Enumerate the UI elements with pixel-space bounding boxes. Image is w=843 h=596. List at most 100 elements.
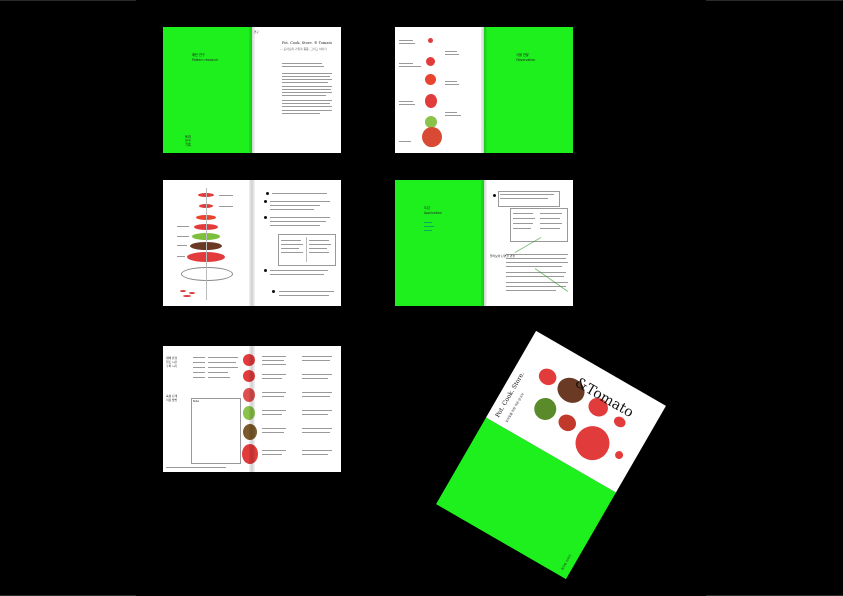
spread-gutter	[249, 27, 255, 153]
table-cell	[309, 252, 329, 254]
center-axis	[206, 188, 207, 300]
text-line	[262, 392, 286, 394]
left-heading-5: 저장 방법	[166, 398, 178, 402]
text-line	[270, 270, 328, 272]
text-line	[302, 392, 332, 394]
table-cell	[309, 248, 327, 250]
tomato-illustration	[613, 449, 625, 461]
text-line	[270, 209, 314, 211]
text-line	[282, 76, 330, 78]
text-line	[506, 282, 568, 284]
text-line	[302, 432, 330, 434]
section-title-kr: 식물 관찰	[516, 53, 529, 57]
text-line	[302, 454, 328, 456]
text-line	[506, 276, 564, 278]
spread-notes: 재배 환경 일조 시간 수확 시기 숙성 단계 저장 방법 Note	[163, 346, 341, 472]
spread-gutter	[481, 180, 487, 306]
table-cell	[513, 218, 535, 220]
text-line	[262, 360, 284, 362]
text-line	[445, 54, 459, 56]
text-line	[399, 104, 415, 106]
text-line	[279, 291, 334, 293]
text-line	[193, 372, 205, 374]
table-cell	[513, 213, 533, 215]
table-cell	[513, 223, 533, 225]
text-line	[262, 364, 286, 366]
text-line	[282, 113, 320, 115]
text-line	[506, 266, 562, 268]
text-line	[282, 63, 322, 65]
text-line	[262, 374, 286, 376]
table-cell	[281, 248, 299, 250]
bullet-icon	[264, 200, 267, 203]
text-line	[282, 79, 332, 81]
comparison-table	[278, 234, 336, 266]
presentation-board: { "spread1": { "title_kr": "패턴 연구", "tit…	[0, 0, 843, 596]
text-line	[445, 115, 461, 117]
label-line	[177, 226, 189, 227]
spread-right-page: Pot. Cook. Store. ® Tomato — 토마토의 기원과 품종…	[252, 27, 341, 153]
spread-right-page	[252, 180, 341, 306]
table-cell	[281, 240, 301, 242]
layer-dot	[180, 290, 186, 292]
text-line	[262, 428, 286, 430]
text-line	[270, 201, 330, 203]
bullet-icon	[266, 192, 269, 195]
footer-line	[166, 467, 226, 468]
table-cell	[309, 240, 329, 242]
tomato-illustration	[569, 419, 616, 467]
text-line	[302, 378, 328, 380]
text-line	[445, 84, 459, 86]
table-cell	[540, 218, 560, 220]
text-line	[208, 372, 228, 374]
table-divider	[306, 237, 307, 262]
spread-pattern-research: 패턴 연구 Pattern research 토마 연구 기록 Pot. Coo…	[163, 27, 341, 153]
text-line	[506, 258, 566, 260]
tomato-mature-stage	[422, 127, 442, 147]
text-line	[282, 103, 330, 105]
section-title-en: Pattern research	[192, 58, 219, 62]
label-line	[177, 256, 185, 257]
corner-text-3: 기록	[185, 143, 191, 147]
text-line	[399, 141, 411, 143]
text-line	[399, 66, 421, 68]
spread-gutter	[249, 180, 255, 306]
text-line	[424, 222, 432, 224]
text-line	[302, 428, 332, 430]
back-cover-text: 토마토 이야기	[560, 553, 573, 571]
text-line	[399, 101, 413, 103]
text-line	[282, 106, 332, 108]
page-header: Pot. Cook. Store. ® Tomato	[282, 41, 333, 45]
table-cell	[540, 223, 562, 225]
text-line	[302, 374, 332, 376]
booklet-cover: 토마토 이야기 Pot. Cook. Store. 토마토를 위한 작은 안내서…	[436, 330, 666, 580]
text-line	[208, 362, 236, 364]
section-title-en: Observation	[516, 58, 536, 62]
page-subtitle: — 토마토의 기원과 품종, 그리고 이야기	[280, 47, 327, 51]
tomato-illustration	[555, 411, 580, 435]
cross-section-note: 잘라보아 단면을 관찰	[490, 254, 515, 258]
text-line	[302, 450, 332, 452]
bullet-icon	[272, 290, 275, 293]
text-line	[282, 73, 332, 75]
spread-gutter	[481, 27, 487, 153]
text-line	[282, 95, 326, 97]
text-line	[445, 81, 457, 83]
text-line	[262, 410, 286, 412]
text-line	[272, 193, 327, 195]
spread-observation: 식물 관찰 Observation	[395, 27, 573, 153]
text-line	[302, 414, 328, 416]
label-line	[219, 206, 233, 207]
text-line	[302, 396, 330, 398]
text-line	[445, 51, 457, 53]
guide-line-left	[0, 0, 136, 1]
layer-outline	[181, 267, 233, 281]
text-line	[445, 112, 457, 114]
text-line	[302, 360, 330, 362]
text-line	[282, 92, 332, 94]
text-line	[282, 66, 324, 68]
spread-left-page	[163, 180, 252, 306]
note-label: Note	[193, 400, 200, 403]
tomato-seed-stage	[428, 38, 433, 43]
text-line	[282, 100, 332, 102]
